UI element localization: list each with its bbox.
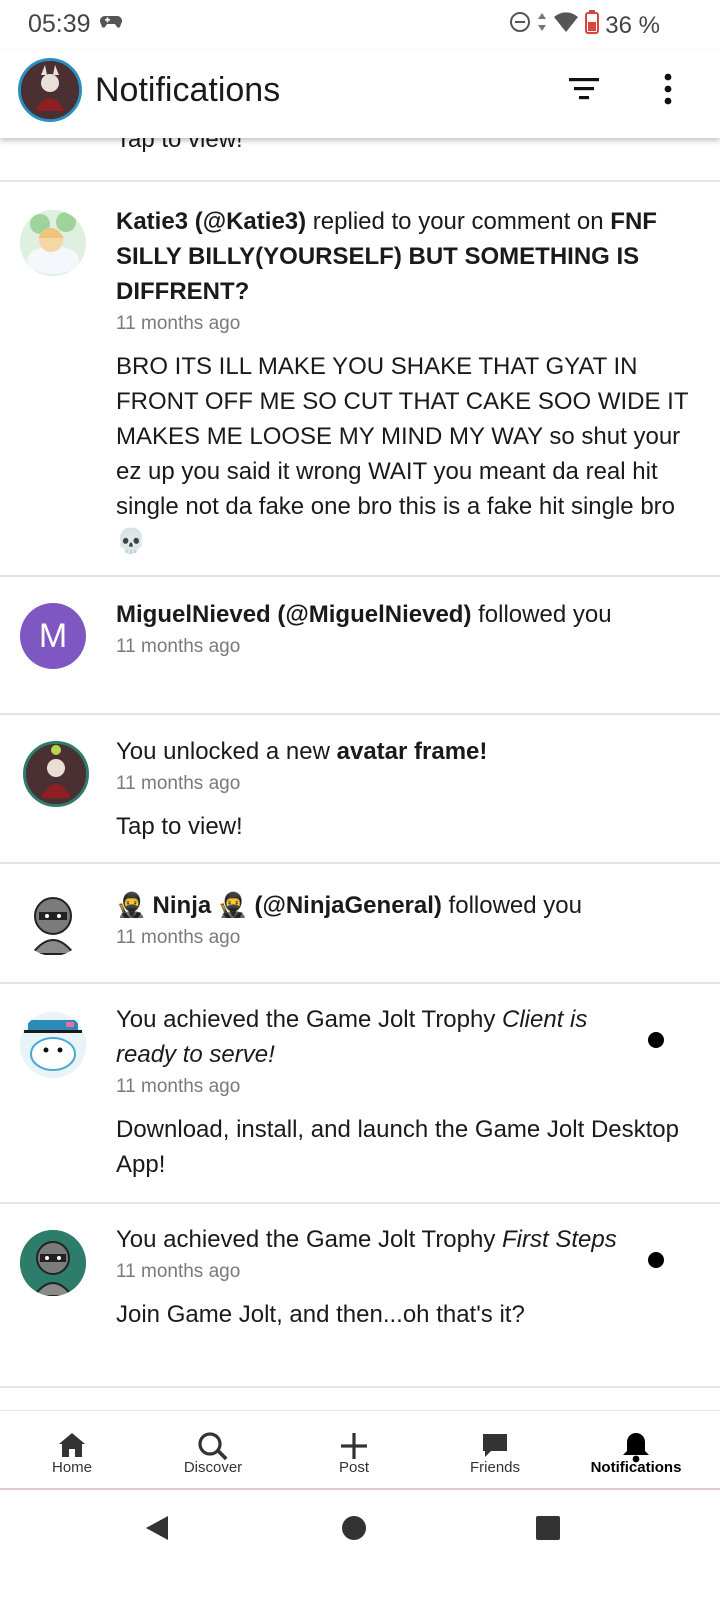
wifi-icon	[553, 11, 579, 40]
notification-message: Tap to view!	[116, 138, 243, 153]
bottom-nav: Home Discover Post Friends Notifications	[0, 1410, 720, 1489]
unread-dot	[648, 1252, 664, 1268]
nav-home[interactable]: Home	[7, 1411, 137, 1489]
notification-message: Download, install, and launch the Game J…	[116, 1116, 679, 1178]
battery-icon	[585, 10, 600, 41]
avatar[interactable]	[20, 890, 86, 956]
avatar[interactable]	[20, 210, 86, 276]
status-bar: 05:39 36 %	[0, 0, 720, 50]
notification-time: 11 months ago	[116, 1261, 241, 1282]
notification-user[interactable]: 🥷 Ninja 🥷 (@NinjaGeneral)	[116, 892, 442, 919]
avatar[interactable]	[20, 1012, 86, 1078]
data-arrows-icon	[537, 11, 547, 40]
nav-label: Home	[51, 1459, 92, 1476]
nav-discover[interactable]: Discover	[148, 1411, 278, 1489]
nav-friends[interactable]: Friends	[430, 1411, 560, 1489]
battery-percent: 36 %	[605, 11, 660, 39]
more-options-button[interactable]	[660, 72, 676, 106]
notification-text: You unlocked a new avatar frame!	[116, 738, 488, 765]
status-time: 05:39	[28, 10, 91, 38]
notification-item[interactable]: You achieved the Game Jolt Trophy First …	[0, 1204, 720, 1388]
notification-item-partial[interactable]: Tap to view!	[0, 138, 720, 182]
nav-label: Discover	[183, 1459, 243, 1476]
notification-message: Join Game Jolt, and then...oh that's it?	[116, 1301, 525, 1328]
nav-post[interactable]: Post	[289, 1411, 419, 1489]
notification-text: 🥷 Ninja 🥷 (@NinjaGeneral) followed you	[116, 892, 582, 919]
nav-label: Notifications	[590, 1459, 682, 1476]
notification-user[interactable]: Katie3 (@Katie3)	[116, 208, 306, 235]
user-avatar[interactable]	[18, 58, 82, 122]
notification-item[interactable]: You achieved the Game Jolt Trophy Client…	[0, 984, 720, 1204]
notification-item[interactable]: You unlocked a new avatar frame! 11 mont…	[0, 715, 720, 864]
notification-text: You achieved the Game Jolt Trophy Client…	[116, 1006, 588, 1068]
filter-icon	[569, 78, 599, 100]
notification-item[interactable]: 🥷 Ninja 🥷 (@NinjaGeneral) followed you 1…	[0, 864, 720, 984]
nav-notifications[interactable]: Notifications	[571, 1411, 701, 1489]
nav-label: Post	[338, 1459, 369, 1476]
notification-time: 11 months ago	[116, 313, 241, 334]
app-bar: Notifications	[0, 50, 720, 138]
notification-message: Tap to view!	[116, 813, 243, 840]
avatar[interactable]: M	[20, 603, 86, 669]
notification-time: 11 months ago	[116, 927, 241, 948]
notification-user[interactable]: MiguelNieved (@MiguelNieved)	[116, 601, 471, 628]
notification-target[interactable]: avatar frame!	[337, 738, 488, 765]
notification-text: Katie3 (@Katie3) replied to your comment…	[116, 208, 657, 305]
notification-item[interactable]: M MiguelNieved (@MiguelNieved) followed …	[0, 577, 720, 715]
notification-text: You achieved the Game Jolt Trophy First …	[116, 1226, 617, 1253]
notification-time: 11 months ago	[116, 636, 241, 657]
unread-dot	[648, 1032, 664, 1048]
trophy-name[interactable]: First Steps	[502, 1226, 617, 1253]
gamepad-icon	[100, 14, 122, 35]
notification-feed[interactable]: Tap to view! Katie3 (@Katie3) replied to…	[0, 138, 720, 1410]
home-circle-icon[interactable]	[341, 1515, 367, 1546]
page-title: Notifications	[95, 71, 281, 109]
filter-button[interactable]	[567, 74, 603, 104]
dnd-icon	[509, 11, 531, 40]
nav-label: Friends	[469, 1459, 521, 1476]
avatar[interactable]	[20, 1230, 86, 1296]
system-navigation-bar	[0, 1490, 720, 1600]
back-icon[interactable]	[144, 1514, 170, 1547]
status-icons: 36 %	[509, 10, 660, 41]
more-vert-icon	[664, 73, 672, 105]
notification-time: 11 months ago	[116, 1076, 241, 1097]
notification-time: 11 months ago	[116, 773, 241, 794]
recents-icon[interactable]	[535, 1515, 561, 1546]
notification-text: MiguelNieved (@MiguelNieved) followed yo…	[116, 601, 612, 628]
avatar-frame-avatar[interactable]	[23, 741, 89, 807]
notification-item[interactable]: Katie3 (@Katie3) replied to your comment…	[0, 182, 720, 577]
avatar-letter: M	[38, 616, 68, 655]
notification-message: BRO ITS ILL MAKE YOU SHAKE THAT GYAT IN …	[116, 353, 689, 555]
